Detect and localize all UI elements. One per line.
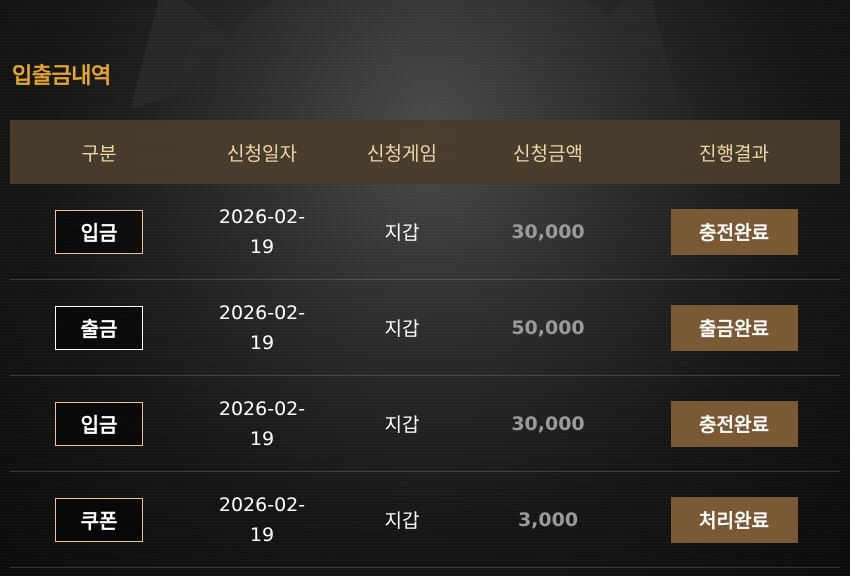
table-row: 입금 2026-02- 19 지갑 30,000 충전완료 (10, 184, 840, 280)
request-amount: 30,000 (511, 412, 585, 435)
type-badge: 입금 (55, 401, 143, 446)
column-header-date: 신청일자 (227, 142, 297, 165)
column-header-result: 진행결과 (699, 142, 769, 165)
request-game: 지갑 (384, 318, 420, 340)
table-row: 입금 2026-02- 19 지갑 30,000 충전완료 (10, 376, 840, 472)
status-badge: 충전완료 (670, 400, 798, 447)
column-header-amount: 신청금액 (513, 142, 583, 165)
status-badge: 처리완료 (670, 496, 798, 543)
request-game: 지갑 (384, 222, 420, 244)
table-row: 출금 2026-02- 19 지갑 50,000 출금완료 (10, 280, 840, 376)
request-date: 2026-02- 19 (218, 301, 306, 354)
type-badge: 출금 (55, 305, 143, 350)
request-amount: 3,000 (517, 508, 579, 531)
history-table: 구분 신청일자 신청게임 신청금액 진행결과 입금 2026-02- 19 지갑 … (10, 120, 840, 568)
request-date: 2026-02- 19 (218, 205, 306, 258)
request-date: 2026-02- 19 (218, 397, 306, 450)
request-game: 지갑 (384, 414, 420, 436)
table-header: 구분 신청일자 신청게임 신청금액 진행결과 (10, 120, 840, 184)
request-date: 2026-02- 19 (218, 493, 306, 546)
page-title: 입출금내역 (12, 64, 111, 89)
column-header-game: 신청게임 (367, 142, 437, 165)
request-amount: 30,000 (511, 220, 585, 243)
type-badge: 쿠폰 (55, 497, 143, 542)
request-amount: 50,000 (511, 316, 585, 339)
type-badge: 입금 (55, 209, 143, 254)
table-row: 쿠폰 2026-02- 19 지갑 3,000 처리완료 (10, 472, 840, 568)
column-header-type: 구분 (81, 142, 117, 165)
status-badge: 충전완료 (670, 208, 798, 255)
status-badge: 출금완료 (670, 304, 798, 351)
request-game: 지갑 (384, 510, 420, 532)
